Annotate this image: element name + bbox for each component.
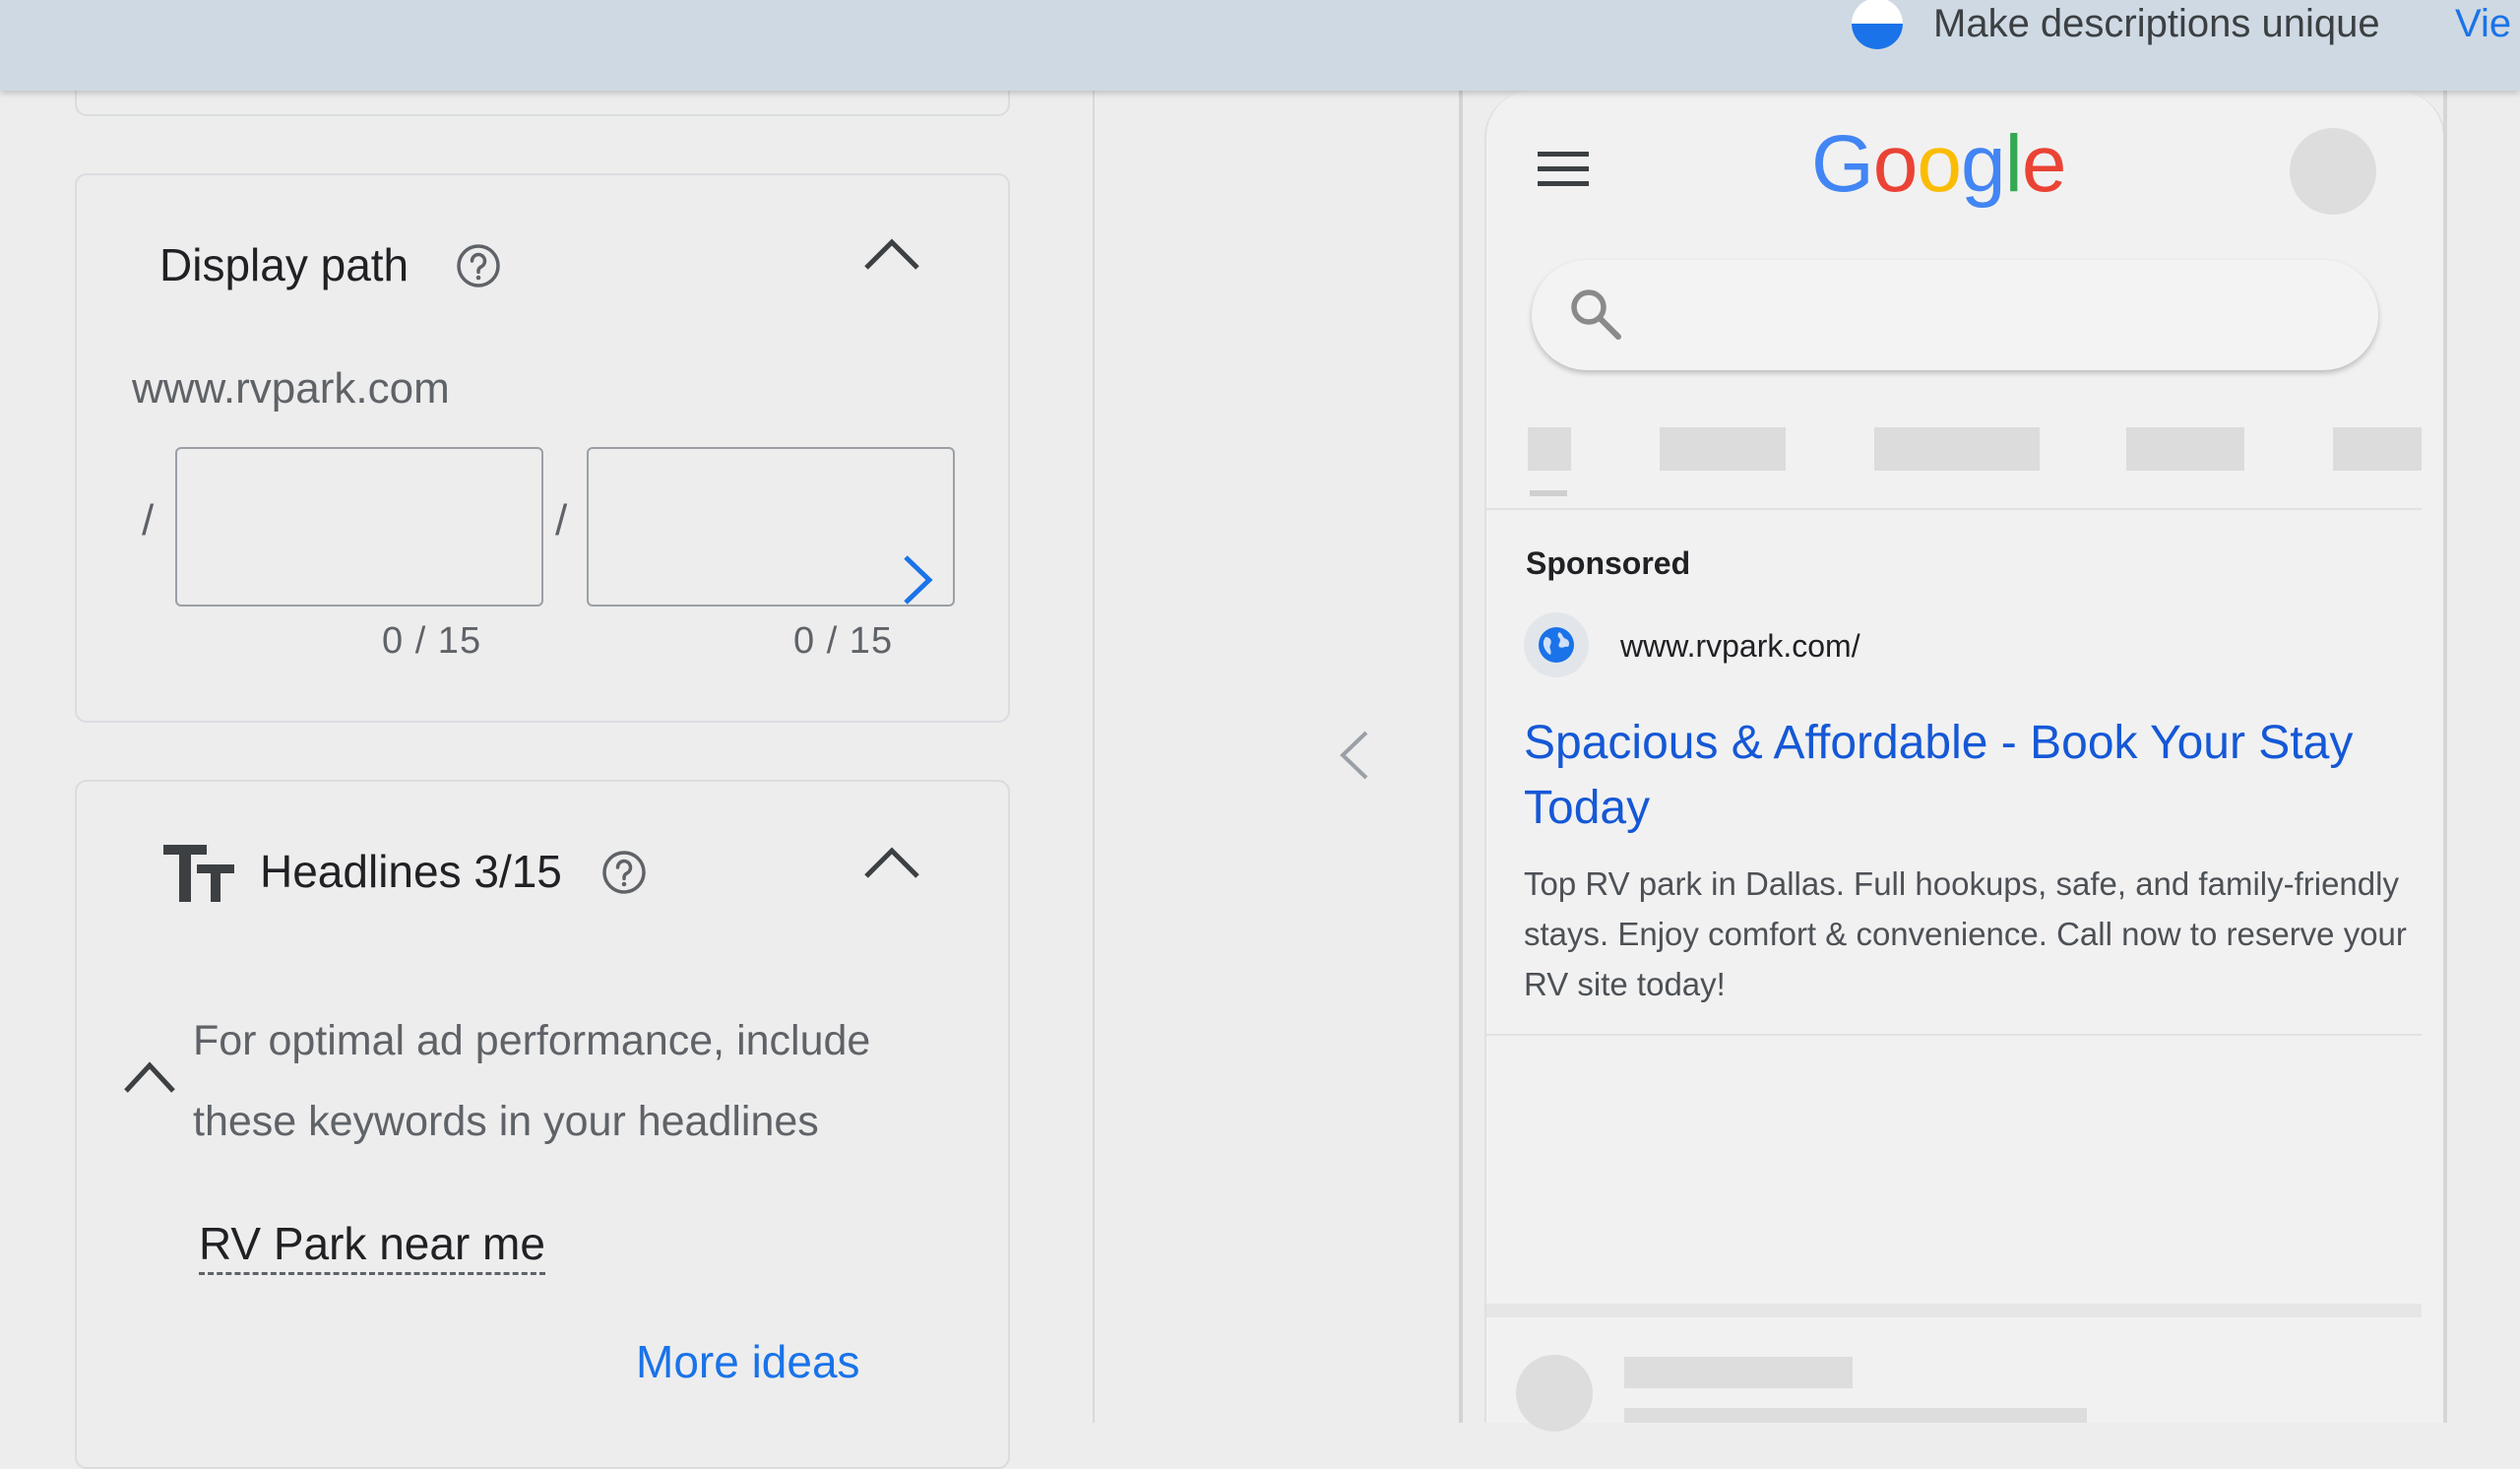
chevron-left-icon[interactable] bbox=[1337, 729, 1370, 782]
banner-message: Make descriptions unique bbox=[1933, 2, 2380, 45]
ad-display-url: www.rvpark.com/ bbox=[1620, 628, 1860, 664]
google-logo-letter: g bbox=[1961, 119, 2006, 209]
display-url-domain: www.rvpark.com bbox=[132, 364, 450, 413]
text-size-icon bbox=[163, 845, 234, 902]
tab-placeholder bbox=[2333, 427, 2422, 471]
active-tab-indicator bbox=[1530, 490, 1567, 496]
google-logo-letter: e bbox=[2021, 119, 2067, 209]
banner-view-link[interactable]: Vie bbox=[2455, 2, 2511, 46]
ad-favicon bbox=[1524, 612, 1589, 677]
google-logo-letter: o bbox=[1872, 119, 1919, 209]
headlines-panel: Headlines 3/15 For optimal ad performanc… bbox=[75, 780, 1010, 1469]
tab-placeholder bbox=[1528, 427, 1571, 471]
result-separator bbox=[1486, 1304, 2422, 1317]
google-logo: Google bbox=[1811, 118, 2067, 211]
result-placeholder-avatar bbox=[1516, 1355, 1593, 1432]
globe-icon bbox=[1539, 627, 1574, 663]
avatar bbox=[2290, 128, 2376, 215]
result-placeholder-line bbox=[1624, 1357, 1853, 1388]
path2-char-counter: 0 / 15 bbox=[793, 620, 894, 662]
progress-circle-icon bbox=[1852, 0, 1903, 49]
google-logo-letter: l bbox=[2004, 119, 2023, 209]
hamburger-menu-icon bbox=[1538, 152, 1589, 186]
preview-divider bbox=[1459, 91, 1463, 1423]
help-circle-icon[interactable] bbox=[600, 849, 648, 896]
collapse-headlines-chevron-up-icon[interactable] bbox=[860, 843, 923, 882]
path1-char-counter: 0 / 15 bbox=[382, 620, 482, 662]
keyword-suggestion[interactable]: RV Park near me bbox=[199, 1217, 545, 1275]
google-logo-letter: G bbox=[1811, 119, 1874, 209]
display-path-panel: Display path www.rvpark.com / / 0 / 15 0… bbox=[75, 173, 1010, 723]
path1-input[interactable] bbox=[175, 447, 543, 607]
top-banner: Make descriptions unique Vie bbox=[0, 0, 2520, 91]
sponsored-label: Sponsored bbox=[1526, 545, 1691, 581]
display-path-title: Display path bbox=[159, 239, 410, 290]
collapse-display-path-chevron-up-icon[interactable] bbox=[860, 234, 923, 274]
result-placeholder-line bbox=[1624, 1408, 2087, 1423]
tab-placeholder bbox=[2126, 427, 2244, 471]
ad-description: Top RV park in Dallas. Full hookups, saf… bbox=[1524, 865, 2407, 1002]
path-separator: / bbox=[142, 496, 155, 544]
tab-placeholder bbox=[1874, 427, 2040, 471]
path-separator: / bbox=[555, 496, 568, 544]
tab-placeholder bbox=[1660, 427, 1786, 471]
more-ideas-link[interactable]: More ideas bbox=[636, 1335, 860, 1388]
keyword-tip-text: For optimal ad performance, include thes… bbox=[193, 1017, 871, 1145]
search-icon bbox=[1571, 289, 1621, 340]
google-logo-letter: o bbox=[1917, 119, 1962, 209]
preview-right-edge bbox=[2443, 91, 2447, 1423]
collapse-keywords-chevron-up-icon[interactable] bbox=[122, 1059, 177, 1095]
help-circle-icon[interactable] bbox=[455, 242, 502, 289]
chevron-right-icon[interactable] bbox=[898, 551, 937, 608]
headlines-title: Headlines 3/15 bbox=[260, 846, 562, 897]
previous-panel-bottom bbox=[75, 91, 1010, 116]
preview-gutter bbox=[1095, 91, 1461, 1423]
ad-headline[interactable]: Spacious & Affordable - Book Your Stay T… bbox=[1524, 711, 2370, 841]
search-bar bbox=[1532, 260, 2378, 370]
